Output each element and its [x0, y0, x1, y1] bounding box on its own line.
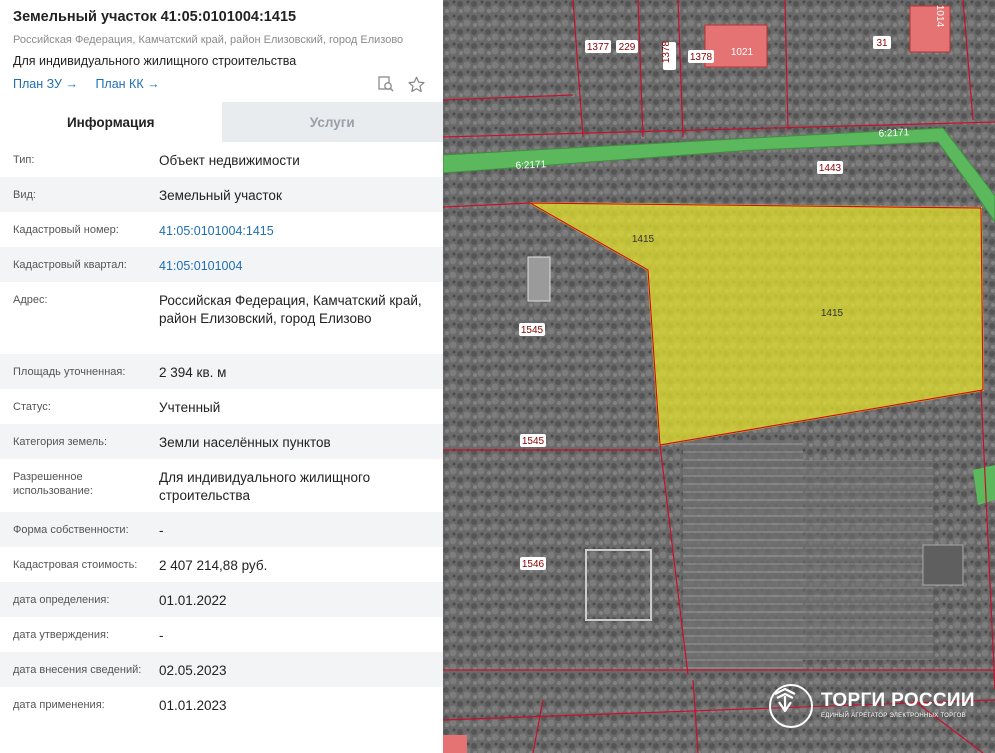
- attribute-row: Кадастровый номер: 41:05:0101004:1415: [0, 212, 443, 247]
- parcel-use: Для индивидуального жилищного строительс…: [13, 54, 297, 68]
- attribute-value: 2 394 кв. м: [159, 365, 227, 380]
- building: [704, 24, 768, 68]
- parcel-label: 31: [876, 38, 888, 49]
- arrow-right-icon: →: [65, 77, 78, 91]
- cadastral-map[interactable]: 1377 229 1378 1378 1021 31 1014 6:2171 6…: [443, 0, 995, 753]
- info-panel: Земельный участок 41:05:0101004:1415 Рос…: [0, 0, 443, 753]
- attribute-value: -: [159, 628, 164, 643]
- tab-information[interactable]: Информация: [0, 102, 222, 142]
- attribute-label: Кадастровая стоимость:: [13, 559, 138, 571]
- parcel-label: 1545: [522, 436, 545, 447]
- tab-services[interactable]: Услуги: [221, 102, 443, 142]
- attribute-label: Площадь уточненная:: [13, 366, 126, 378]
- attribute-row: дата внесения сведений: 02.05.2023: [0, 652, 443, 687]
- attribute-label: Кадастровый номер:: [13, 224, 119, 236]
- parcel-label: 1415: [632, 234, 655, 245]
- plan-zu-label: План ЗУ: [13, 77, 62, 91]
- attribute-row: дата применения: 01.01.2023: [0, 687, 443, 722]
- parcel-label: 1545: [521, 325, 544, 336]
- building: [443, 735, 467, 753]
- attribute-value: 2 407 214,88 руб.: [159, 558, 268, 573]
- parcel-label: 1377: [587, 42, 610, 53]
- attribute-label: Разрешенное использование:: [13, 471, 93, 497]
- logo-emblem-icon: [769, 684, 813, 728]
- attributes-table: Тип: Объект недвижимости Вид: Земельный …: [0, 142, 443, 722]
- attribute-value: 01.01.2023: [159, 698, 227, 713]
- attribute-label: Кадастровый квартал:: [13, 259, 127, 271]
- attribute-row: Вид: Земельный участок: [0, 177, 443, 212]
- parcel-label: 1014: [934, 5, 945, 28]
- parcel-label: 1021: [731, 47, 754, 58]
- attribute-label: Тип:: [13, 154, 35, 166]
- field-area: [683, 440, 803, 670]
- attribute-label: Статус:: [13, 401, 51, 413]
- favorite-star-icon[interactable]: [407, 75, 425, 93]
- attribute-row: Тип: Объект недвижимости: [0, 142, 443, 177]
- attribute-row: Категория земель: Земли населённых пункт…: [0, 424, 443, 459]
- attribute-value: 02.05.2023: [159, 663, 227, 678]
- structure: [527, 256, 551, 302]
- attribute-label: дата утверждения:: [13, 629, 110, 641]
- parcel-address: Российская Федерация, Камчатский край, р…: [13, 34, 404, 46]
- attribute-value: Российская Федерация, Камчатский край, р…: [159, 293, 422, 326]
- arrow-right-icon: →: [147, 77, 160, 91]
- info-tabs: Информация Услуги: [0, 102, 443, 142]
- attribute-row: дата утверждения: -: [0, 617, 443, 652]
- field-area: [803, 460, 933, 660]
- parcel-label: 229: [619, 42, 636, 53]
- plan-kk-link[interactable]: План КК →: [95, 77, 159, 91]
- attribute-label: дата определения:: [13, 594, 110, 606]
- attribute-value: Для индивидуального жилищного строительс…: [159, 470, 371, 503]
- parcel-title: Земельный участок 41:05:0101004:1415: [13, 9, 297, 25]
- attribute-row: дата определения: 01.01.2022: [0, 582, 443, 617]
- plan-zu-link[interactable]: План ЗУ →: [13, 77, 78, 91]
- attribute-row: Форма собственности: -: [0, 512, 443, 547]
- attribute-value: Земли населённых пунктов: [159, 435, 331, 450]
- structure: [922, 544, 964, 586]
- attribute-row: Кадастровый квартал: 41:05:0101004: [0, 247, 443, 282]
- map-canvas[interactable]: 1377 229 1378 1378 1021 31 1014 6:2171 6…: [443, 0, 995, 753]
- attribute-label: дата внесения сведений:: [13, 664, 142, 676]
- parcel-label: 1443: [819, 163, 842, 174]
- parcel-label: 1378: [690, 52, 713, 63]
- plan-links: План ЗУ → План КК →: [13, 77, 160, 91]
- attribute-label: Адрес:: [13, 294, 48, 306]
- cadastral-quarter-link[interactable]: 41:05:0101004: [159, 257, 443, 275]
- attribute-label: Форма собственности:: [13, 524, 129, 536]
- attribute-value: Объект недвижимости: [159, 153, 300, 168]
- attribute-label: дата применения:: [13, 699, 105, 711]
- logo-title: ТОРГИ РОССИИ: [821, 690, 975, 711]
- attribute-row: Кадастровая стоимость: 2 407 214,88 руб.: [0, 547, 443, 582]
- road-label: 6:2171: [878, 127, 910, 140]
- attribute-value: Учтенный: [159, 400, 221, 415]
- logo-subtitle: ЕДИНЫЙ АГРЕГАТОР ЭЛЕКТРОННЫХ ТОРГОВ: [821, 713, 966, 719]
- parcel-label: 1546: [522, 559, 545, 570]
- attribute-value: 01.01.2022: [159, 593, 227, 608]
- parcel-label: 1378: [661, 40, 672, 63]
- attribute-value: -: [159, 523, 164, 538]
- plan-kk-label: План КК: [95, 77, 144, 91]
- attribute-label: Вид:: [13, 189, 36, 201]
- parcel-label: 1415: [821, 308, 844, 319]
- cadastral-number-link[interactable]: 41:05:0101004:1415: [159, 222, 443, 240]
- attribute-row: Статус: Учтенный: [0, 389, 443, 424]
- attribute-row: Разрешенное использование: Для индивидуа…: [0, 459, 443, 512]
- torgi-rossii-logo: ТОРГИ РОССИИ ЕДИНЫЙ АГРЕГАТОР ЭЛЕКТРОННЫ…: [769, 684, 995, 730]
- road-label: 6:2171: [515, 159, 547, 172]
- attribute-value: Земельный участок: [159, 188, 282, 203]
- attribute-label: Категория земель:: [13, 436, 108, 448]
- header-actions: [377, 75, 425, 93]
- attribute-row: Площадь уточненная: 2 394 кв. м: [0, 354, 443, 389]
- document-search-icon[interactable]: [377, 75, 395, 93]
- attribute-row: Адрес: Российская Федерация, Камчатский …: [0, 282, 443, 354]
